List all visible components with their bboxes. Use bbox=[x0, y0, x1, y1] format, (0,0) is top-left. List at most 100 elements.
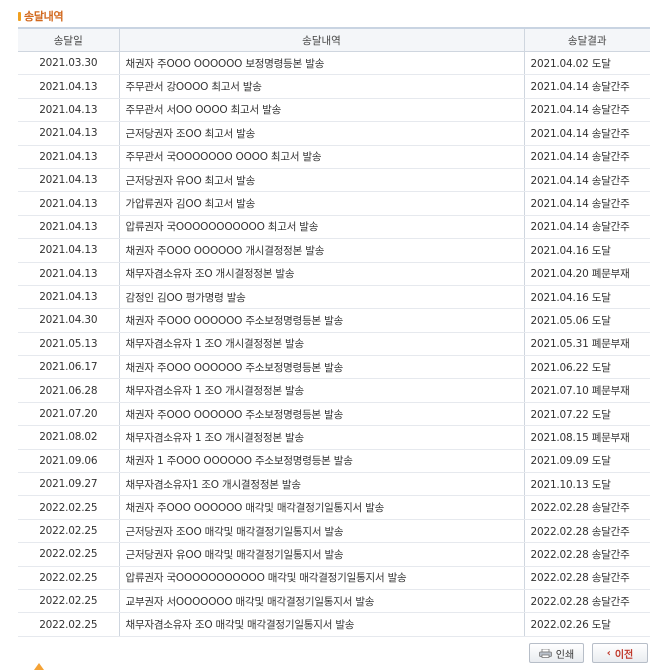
cell-delivery-content: 채무자겸소유자 1 조O 개시결정정본 발송 bbox=[119, 332, 525, 357]
cell-delivery-date: 2021.04.13 bbox=[18, 98, 120, 123]
cell-delivery-result: 2021.06.22 도달 bbox=[524, 355, 650, 380]
cell-delivery-result: 2021.08.15 폐문부재 bbox=[524, 425, 650, 450]
cell-delivery-content: 채권자 주OOO OOOOOO 보정명령등본 발송 bbox=[119, 51, 525, 76]
cell-delivery-date: 2021.07.20 bbox=[18, 402, 120, 427]
cell-delivery-result: 2021.04.16 도달 bbox=[524, 285, 650, 310]
cell-delivery-content: 채권자 1 주OOO OOOOOO 주소보정명령등본 발송 bbox=[119, 449, 525, 474]
table-row: 2022.02.25 근저당권자 조OO 매각및 매각결정기일통지서 발송 2022… bbox=[18, 519, 650, 544]
cell-delivery-date: 2021.09.06 bbox=[18, 449, 120, 474]
delivery-table-wrapper: 송달일 송달내역 송달결과 2021.03.30 채권자 주OOO OOOOOO … bbox=[18, 27, 650, 637]
section-title-text: 송달내역 bbox=[24, 10, 64, 23]
cell-delivery-content: 주무관서 국OOOOOOO OOOO 최고서 발송 bbox=[119, 145, 525, 169]
table-row: 2021.05.13 채무자겸소유자 1 조O 개시결정정본 발송 2021.05.… bbox=[18, 332, 650, 357]
table-row: 2021.09.06 채권자 1 주OOO OOOOOO 주소보정명령등본 발송 2… bbox=[18, 449, 650, 474]
table-row: 2021.06.17 채권자 주OOO OOOOOO 주소보정명령등본 발송 202… bbox=[18, 355, 650, 380]
cell-delivery-date: 2021.04.13 bbox=[18, 285, 120, 310]
cell-delivery-date: 2022.02.25 bbox=[18, 542, 120, 567]
table-row: 2021.04.13 주무관서 국OOOOOOO OOOO 최고서 발송 2021.… bbox=[18, 145, 650, 169]
header-delivery-content: 송달내역 bbox=[119, 28, 525, 52]
table-row: 2021.09.27 채무자겸소유자1 조O 개시결정정본 발송 2021.10.1… bbox=[18, 472, 650, 497]
button-bar: 인쇄 ‹ 이전 bbox=[529, 643, 648, 663]
cell-delivery-date: 2021.04.13 bbox=[18, 121, 120, 146]
cell-delivery-result: 2022.02.28 송달간주 bbox=[524, 495, 650, 520]
cell-delivery-result: 2021.04.14 송달간주 bbox=[524, 145, 650, 169]
cell-delivery-content: 근저당권자 조OO 최고서 발송 bbox=[119, 121, 525, 146]
cell-delivery-content: 채무자겸소유자 1 조O 개시결정정본 발송 bbox=[119, 378, 525, 403]
cell-delivery-result: 2022.02.28 송달간주 bbox=[524, 542, 650, 567]
table-row: 2021.08.02 채무자겸소유자 1 조O 개시결정정본 발송 2021.08.… bbox=[18, 425, 650, 450]
cell-delivery-content: 근저당권자 유OO 매각및 매각결정기일통지서 발송 bbox=[119, 542, 525, 567]
table-row: 2021.04.30 채권자 주OOO OOOOOO 주소보정명령등본 발송 202… bbox=[18, 308, 650, 333]
cell-delivery-content: 압류권자 국OOOOOOOOOOO 매각및 매각결정기일통지서 발송 bbox=[119, 566, 525, 590]
cell-delivery-date: 2021.04.13 bbox=[18, 145, 120, 169]
table-row: 2022.02.25 교부권자 서OOOOOOO 매각및 매각결정기일통지서 발송… bbox=[18, 589, 650, 614]
cell-delivery-content: 채무자겸소유자1 조O 개시결정정본 발송 bbox=[119, 472, 525, 497]
cell-delivery-content: 주무관서 강OOOO 최고서 발송 bbox=[119, 74, 525, 99]
cell-delivery-date: 2021.04.13 bbox=[18, 74, 120, 99]
table-row: 2021.04.13 근저당권자 유OO 최고서 발송 2021.04.14 송달간… bbox=[18, 168, 650, 193]
cell-delivery-date: 2021.08.02 bbox=[18, 425, 120, 450]
print-button[interactable]: 인쇄 bbox=[529, 643, 584, 663]
table-row: 2021.07.20 채권자 주OOO OOOOOO 주소보정명령등본 발송 202… bbox=[18, 402, 650, 427]
table-header-row: 송달일 송달내역 송달결과 bbox=[18, 28, 650, 52]
cell-delivery-result: 2021.07.10 폐문부재 bbox=[524, 378, 650, 403]
cell-delivery-result: 2021.09.09 도달 bbox=[524, 449, 650, 474]
cell-delivery-result: 2022.02.28 송달간주 bbox=[524, 589, 650, 614]
cell-delivery-result: 2021.05.31 폐문부재 bbox=[524, 332, 650, 357]
cell-delivery-date: 2022.02.25 bbox=[18, 566, 120, 590]
cell-delivery-date: 2021.04.13 bbox=[18, 215, 120, 240]
cell-delivery-result: 2022.02.28 송달간주 bbox=[524, 566, 650, 590]
cell-delivery-content: 채권자 주OOO OOOOOO 주소보정명령등본 발송 bbox=[119, 355, 525, 380]
cell-delivery-result: 2021.04.14 송달간주 bbox=[524, 121, 650, 146]
cell-delivery-date: 2022.02.25 bbox=[18, 519, 120, 544]
table-row: 2021.04.13 주무관서 서OO OOOO 최고서 발송 2021.04.14… bbox=[18, 98, 650, 123]
cell-delivery-date: 2021.04.13 bbox=[18, 262, 120, 286]
table-row: 2021.04.13 채권자 주OOO OOOOOO 개시결정정본 발송 2021.… bbox=[18, 238, 650, 263]
table-row: 2021.04.13 채무자겸소유자 조O 개시결정정본 발송 2021.04.20… bbox=[18, 262, 650, 286]
cell-delivery-date: 2022.02.25 bbox=[18, 589, 120, 614]
cell-delivery-date: 2021.06.28 bbox=[18, 378, 120, 403]
printer-icon bbox=[538, 648, 552, 658]
prev-button[interactable]: ‹ 이전 bbox=[592, 643, 648, 663]
cell-delivery-content: 채권자 주OOO OOOOOO 매각및 매각결정기일통지서 발송 bbox=[119, 495, 525, 520]
table-row: 2022.02.25 압류권자 국OOOOOOOOOOO 매각및 매각결정기일통지… bbox=[18, 566, 650, 590]
cell-delivery-date: 2021.04.13 bbox=[18, 191, 120, 216]
orange-bar-icon bbox=[18, 11, 21, 21]
cell-delivery-content: 주무관서 서OO OOOO 최고서 발송 bbox=[119, 98, 525, 123]
cell-delivery-content: 압류권자 국OOOOOOOOOOO 최고서 발송 bbox=[119, 215, 525, 240]
table-row: 2022.02.25 근저당권자 유OO 매각및 매각결정기일통지서 발송 2022… bbox=[18, 542, 650, 567]
header-delivery-result: 송달결과 bbox=[524, 28, 650, 52]
cell-delivery-result: 2022.02.28 송달간주 bbox=[524, 519, 650, 544]
table-row: 2021.04.13 근저당권자 조OO 최고서 발송 2021.04.14 송달간… bbox=[18, 121, 650, 146]
chevron-left-icon: ‹ bbox=[606, 647, 611, 659]
cell-delivery-result: 2021.04.14 송달간주 bbox=[524, 191, 650, 216]
header-delivery-date: 송달일 bbox=[18, 28, 120, 52]
cell-delivery-content: 근저당권자 유OO 최고서 발송 bbox=[119, 168, 525, 193]
delivery-table: 송달일 송달내역 송달결과 2021.03.30 채권자 주OOO OOOOOO … bbox=[18, 27, 650, 637]
cell-delivery-result: 2021.10.13 도달 bbox=[524, 472, 650, 497]
cell-delivery-result: 2021.04.16 도달 bbox=[524, 238, 650, 263]
table-row: 2021.04.13 감정인 김OO 평가명령 발송 2021.04.16 도달 bbox=[18, 285, 650, 310]
cell-delivery-result: 2021.04.14 송달간주 bbox=[524, 98, 650, 123]
cell-delivery-result: 2021.04.14 송달간주 bbox=[524, 215, 650, 240]
cell-delivery-content: 교부권자 서OOOOOOO 매각및 매각결정기일통지서 발송 bbox=[119, 589, 525, 614]
scroll-top-icon[interactable] bbox=[34, 663, 44, 670]
table-body: 2021.03.30 채권자 주OOO OOOOOO 보정명령등본 발송 2021.… bbox=[18, 51, 650, 637]
cell-delivery-result: 2021.04.02 도달 bbox=[524, 51, 650, 76]
table-row: 2021.03.30 채권자 주OOO OOOOOO 보정명령등본 발송 2021.… bbox=[18, 51, 650, 76]
cell-delivery-content: 근저당권자 조OO 매각및 매각결정기일통지서 발송 bbox=[119, 519, 525, 544]
cell-delivery-result: 2021.04.20 폐문부재 bbox=[524, 262, 650, 286]
cell-delivery-result: 2021.05.06 도달 bbox=[524, 308, 650, 333]
table-row: 2021.04.13 압류권자 국OOOOOOOOOOO 최고서 발송 2021.0… bbox=[18, 215, 650, 240]
table-row: 2022.02.25 채권자 주OOO OOOOOO 매각및 매각결정기일통지서 … bbox=[18, 495, 650, 520]
table-row: 2022.02.25 채무자겸소유자 조O 매각및 매각결정기일통지서 발송 202… bbox=[18, 612, 650, 637]
cell-delivery-content: 감정인 김OO 평가명령 발송 bbox=[119, 285, 525, 310]
cell-delivery-date: 2021.05.13 bbox=[18, 332, 120, 357]
cell-delivery-date: 2021.04.13 bbox=[18, 238, 120, 263]
cell-delivery-result: 2021.07.22 도달 bbox=[524, 402, 650, 427]
cell-delivery-content: 채무자겸소유자 1 조O 개시결정정본 발송 bbox=[119, 425, 525, 450]
cell-delivery-result: 2021.04.14 송달간주 bbox=[524, 74, 650, 99]
cell-delivery-result: 2022.02.26 도달 bbox=[524, 612, 650, 637]
cell-delivery-date: 2021.04.13 bbox=[18, 168, 120, 193]
cell-delivery-date: 2021.04.30 bbox=[18, 308, 120, 333]
